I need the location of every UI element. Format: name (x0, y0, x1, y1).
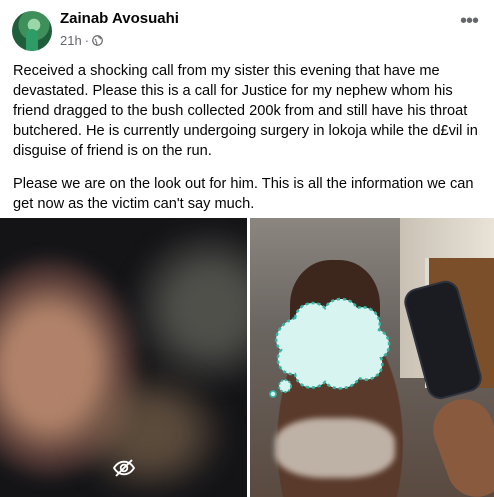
post-text-paragraph-1: Received a shocking call from my sister … (13, 63, 478, 159)
more-options-icon[interactable]: ••• (458, 11, 480, 34)
face-cover-cloud (269, 297, 391, 398)
post-text-paragraph-2: Please we are on the look out for him. T… (13, 176, 474, 212)
post-photo-left[interactable] (0, 218, 247, 497)
post-header: Zainab Avosuahi 21h · ••• (0, 0, 494, 60)
globe-icon (92, 35, 103, 46)
author-name[interactable]: Zainab Avosuahi (60, 10, 179, 27)
post-meta: 21h · (60, 33, 103, 48)
hidden-content-icon[interactable] (112, 456, 136, 480)
blurred-photo-content (70, 368, 230, 497)
author-avatar[interactable] (12, 11, 52, 51)
photo-cloth (275, 418, 395, 478)
post-time[interactable]: 21h (60, 33, 82, 48)
blurred-photo-content (130, 228, 247, 388)
meta-separator: · (84, 33, 90, 48)
post-photo-right[interactable] (250, 218, 494, 497)
